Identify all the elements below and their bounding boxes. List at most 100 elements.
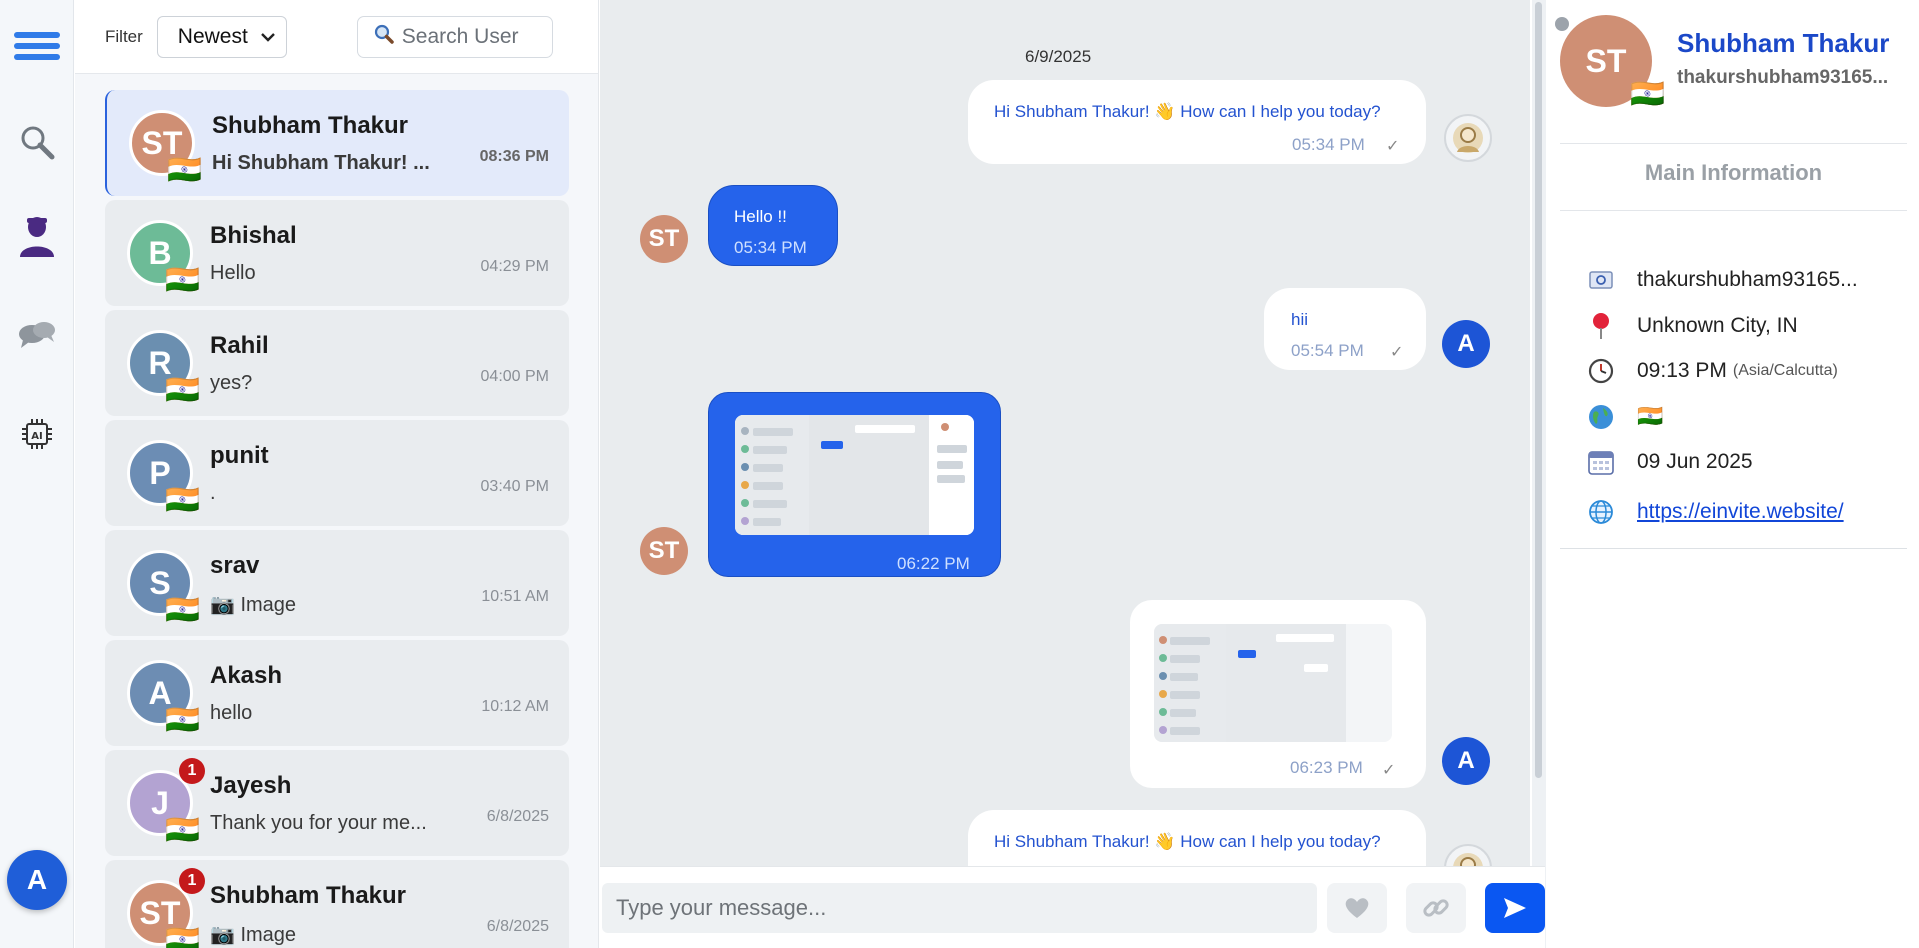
contact-item[interactable]: A 🇮🇳 Akash hello 10:12 AM [105,640,569,746]
country-flag: 🇮🇳 [165,264,200,295]
sender-avatar: A [1442,320,1490,368]
contact-name: Shubham Thakur [212,112,409,139]
send-button[interactable] [1485,883,1545,933]
contact-time: 10:51 AM [481,588,549,605]
contact-name: Akash [210,662,283,689]
read-tick-icon: ✓ [1386,138,1400,155]
sort-select-value: Newest [177,24,248,48]
link-icon [1423,899,1449,917]
contact-time: 04:00 PM [480,368,549,385]
contact-last-message: Hi Shubham Thakur! ... [212,152,430,174]
filter-label: Filter [105,26,143,46]
menu-icon[interactable] [13,22,61,70]
date-value: 09 Jun 2025 [1637,450,1753,473]
contact-item[interactable]: S 🇮🇳 srav 📷 Image 10:51 AM [105,530,569,636]
globe-icon [1587,403,1615,431]
unread-badge: 1 [179,758,205,784]
website-link[interactable]: https://einvite.website/ [1637,500,1844,524]
contact-last-message: hello [210,702,253,724]
svg-text:AI: AI [31,431,42,442]
local-time-value: 09:13 PM [1637,359,1727,382]
info-date: 09 Jun 2025 [1587,448,1753,476]
search-icon [374,24,394,50]
chevron-down-icon [260,32,275,42]
contact-item[interactable]: ST 🇮🇳 Shubham Thakur Hi Shubham Thakur! ...… [105,90,569,196]
message-time: 06:23 PM [1290,758,1363,777]
image-attachment[interactable] [735,415,974,535]
contact-item[interactable]: J 🇮🇳 1 Jayesh Thank you for your me... 6/8/20… [105,750,569,856]
info-country: 🇮🇳 [1587,403,1663,431]
chat-scrollbar[interactable] [1532,0,1546,948]
contact-last-message: Thank you for your me... [210,812,427,834]
contact-time: 03:40 PM [480,478,549,495]
country-flag: 🇮🇳 [1637,405,1664,428]
chat-icon[interactable] [13,313,61,361]
section-title: Main Information [1644,160,1823,185]
heart-icon [1345,898,1369,918]
chat-date-divider: 6/9/2025 [1025,47,1092,66]
message-text: Hi Shubham Thakur! 👋 How can I help you … [994,832,1381,851]
contact-time: 08:36 PM [479,148,549,165]
country-flag: 🇮🇳 [165,374,200,405]
message-time: 05:34 PM [1292,135,1365,154]
attach-button[interactable] [1406,883,1466,933]
info-email: thakurshubham93165... [1587,266,1858,294]
contact-name: Jayesh [210,772,292,799]
search-user-placeholder: Search User [401,24,519,48]
ai-chip-icon[interactable]: AI [13,410,61,458]
message-bubble-incoming[interactable]: 06:22 PM [708,392,1001,577]
message-time: 06:22 PM [897,554,970,573]
contact-last-message: yes? [210,372,253,394]
profile-name: Shubham Thakur [1677,28,1890,58]
sender-avatar: A [1442,737,1490,785]
email-value: thakurshubham93165... [1637,268,1858,291]
image-attachment[interactable] [1154,624,1392,742]
contact-name: Rahil [210,332,269,359]
message-bubble-incoming[interactable]: Hello !! 05:34 PM [708,185,838,266]
current-user-avatar[interactable]: A [7,850,67,910]
contact-item[interactable]: R 🇮🇳 Rahil yes? 04:00 PM [105,310,569,416]
country-flag: 🇮🇳 [165,594,200,625]
message-input[interactable]: Type your message... [602,883,1317,933]
contact-last-message: 📷 Image [210,924,297,946]
contact-name: punit [210,442,269,469]
message-bubble-outgoing[interactable]: hii 05:54 PM ✓ [1264,288,1426,370]
unread-badge: 1 [179,868,205,894]
message-text: Hello !! [734,207,787,226]
user-icon[interactable] [13,212,61,260]
profile-handle: thakurshubham93165... [1677,67,1889,88]
country-flag: 🇮🇳 [165,484,200,515]
country-flag: 🇮🇳 [165,814,200,845]
divider [1560,548,1907,549]
contact-item[interactable]: B 🇮🇳 Bhishal Hello 04:29 PM [105,200,569,306]
read-tick-icon: ✓ [1382,762,1396,779]
contact-list: ST 🇮🇳 Shubham Thakur Hi Shubham Thakur! ...… [105,90,569,948]
divider [1560,210,1907,211]
contact-item[interactable]: ST 🇮🇳 1 Shubham Thakur 📷 Image 6/8/2025 [105,860,569,948]
contact-name: srav [210,552,260,579]
contact-item[interactable]: P 🇮🇳 punit. 03:40 PM [105,420,569,526]
web-globe-icon [1587,498,1615,526]
info-location: Unknown City, IN [1587,312,1798,340]
timezone-value: (Asia/Calcutta) [1732,362,1838,379]
contact-time: 6/8/2025 [486,808,549,825]
message-bubble-outgoing[interactable]: 06:23 PM ✓ [1130,600,1426,788]
read-tick-icon: ✓ [1390,344,1404,361]
bot-avatar [1444,114,1492,162]
like-button[interactable] [1327,883,1387,933]
filter-bar: Filter Newest Search User [75,0,598,74]
message-time: 05:34 PM [734,238,807,257]
message-time: 05:54 PM [1291,341,1364,360]
search-icon[interactable] [13,118,61,166]
contact-time: 10:12 AM [481,698,549,715]
search-user-input[interactable]: Search User [356,15,553,58]
message-bubble-outgoing[interactable]: Hi Shubham Thakur! 👋 How can I help you … [968,80,1426,164]
contact-last-message: 📷 Image [210,594,297,616]
contact-name: Shubham Thakur [210,882,407,909]
contact-last-message: Hello [210,262,256,284]
country-flag: 🇮🇳 [167,154,202,185]
status-indicator [1555,17,1569,31]
sort-select[interactable]: Newest [156,15,287,58]
location-pin-icon [1587,312,1615,340]
info-website: https://einvite.website/ [1587,498,1844,526]
